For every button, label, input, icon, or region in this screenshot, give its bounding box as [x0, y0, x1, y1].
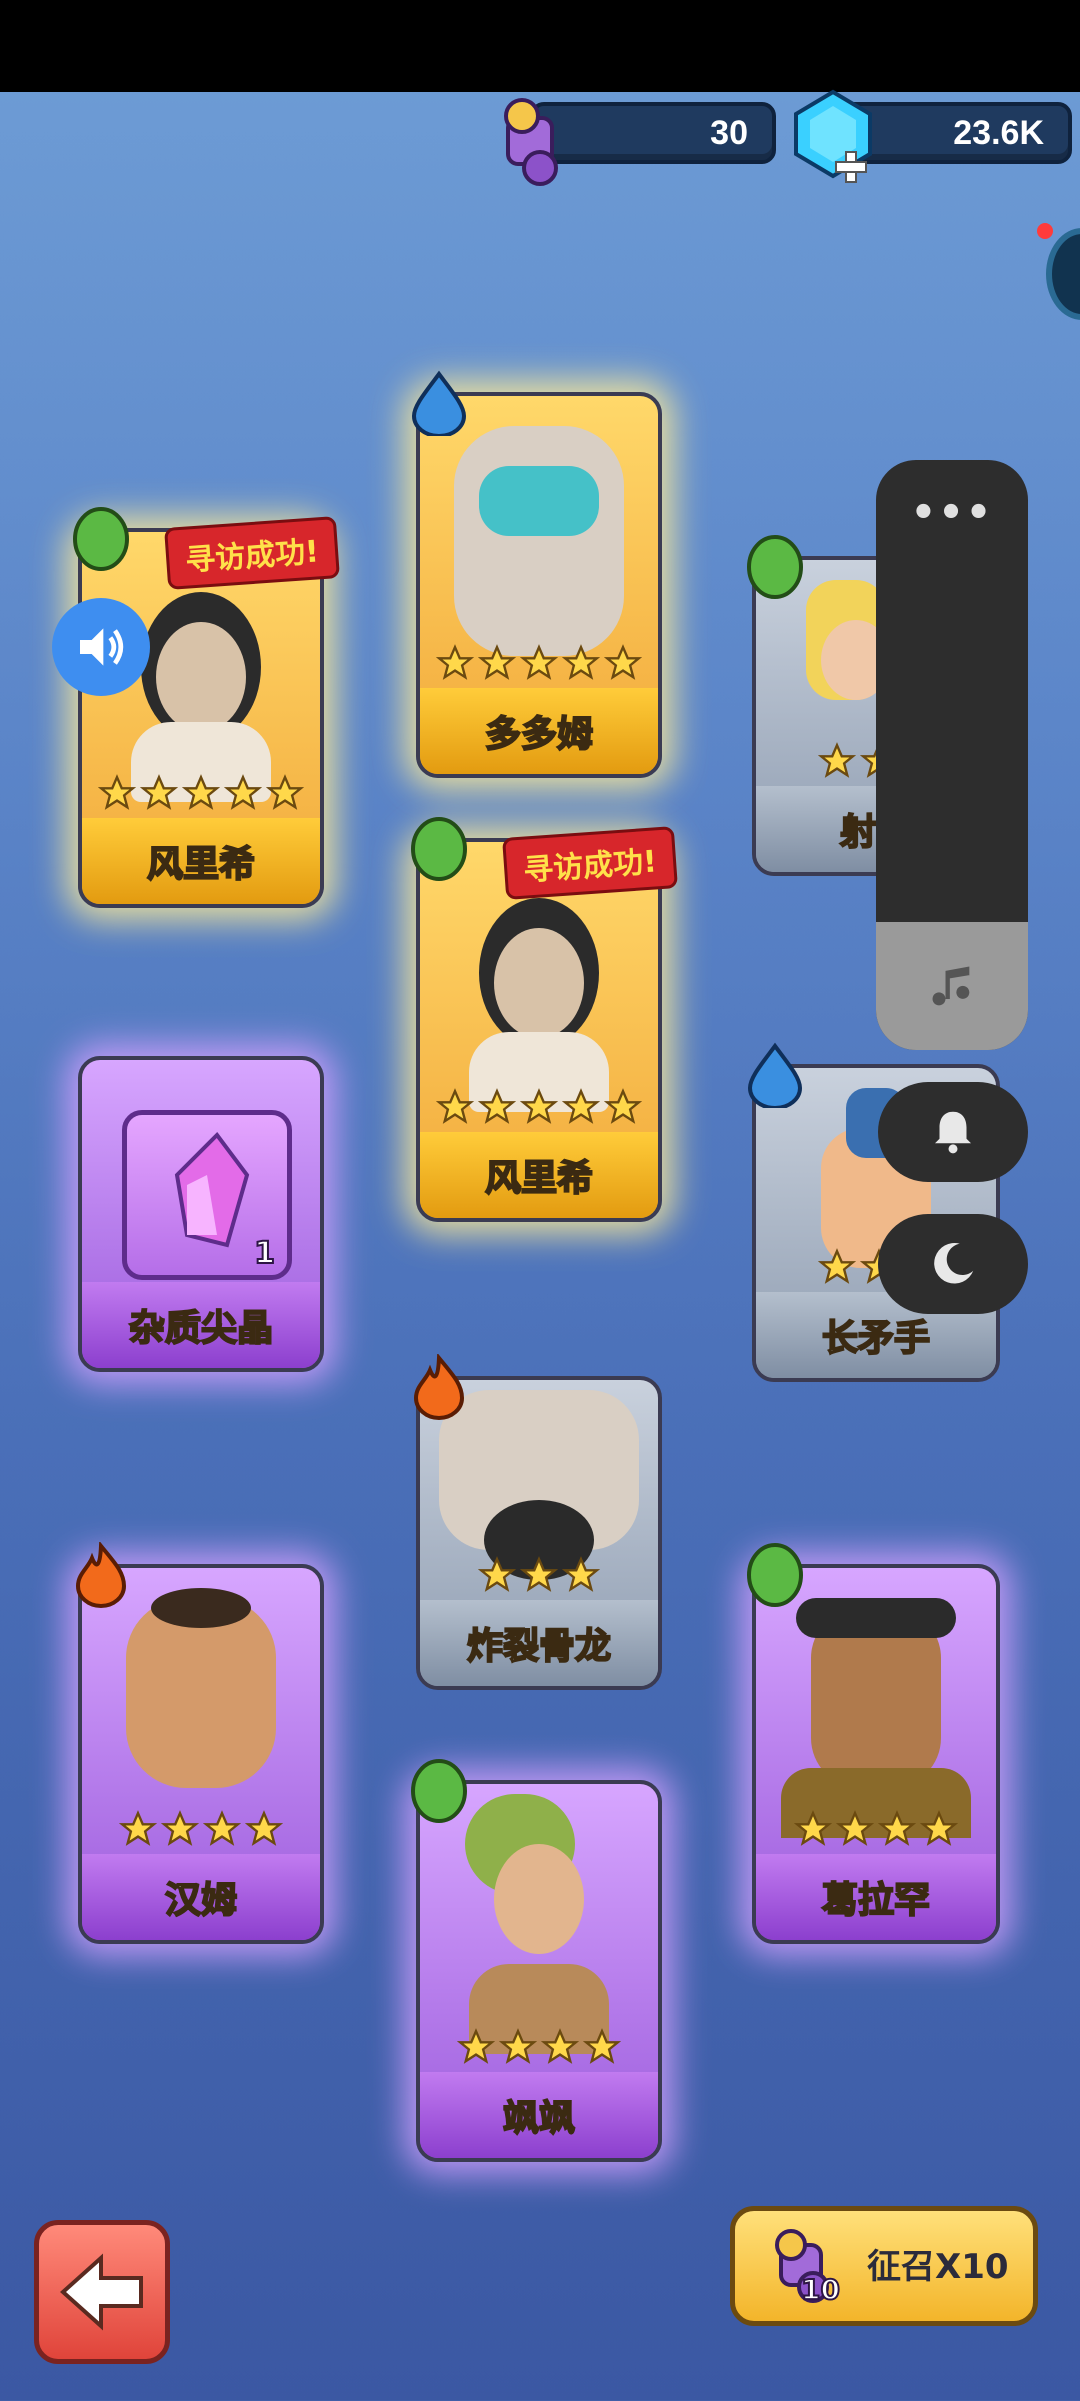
hero-card-gelahan[interactable]: 葛拉罕 — [747, 1543, 1000, 1944]
star-icon — [920, 1810, 958, 1846]
card-frame: 飒飒 — [416, 1780, 662, 2162]
summon-x10-button[interactable]: 10 征召X10 — [730, 2206, 1038, 2326]
summon-label: 征召X10 — [867, 2247, 1009, 2287]
star-rating — [82, 1810, 320, 1848]
leaf-element-icon — [747, 535, 803, 599]
star-icon — [562, 1556, 600, 1592]
star-icon — [182, 774, 220, 810]
side-menu-edge-icon[interactable] — [1046, 228, 1080, 320]
star-icon — [520, 644, 558, 680]
leaf-element-icon — [411, 1759, 467, 1823]
moon-icon — [934, 1243, 974, 1284]
hero-name: 葛拉罕 — [756, 1854, 996, 1940]
card-frame: 葛拉罕 — [752, 1564, 1000, 1944]
fire-element-icon — [413, 1354, 465, 1420]
more-options-button[interactable]: ••• — [876, 490, 1028, 536]
card-frame: 多多姆 — [416, 392, 662, 778]
star-icon — [224, 774, 262, 810]
status-bar — [0, 0, 1080, 92]
floating-menu-panel: ••• — [876, 460, 1028, 1050]
item-count: 1 — [253, 1235, 276, 1272]
star-icon — [562, 1088, 600, 1124]
star-rating — [420, 2028, 658, 2066]
leaf-element-icon — [411, 817, 467, 881]
hero-name: 风里希 — [82, 818, 320, 904]
star-icon — [794, 1810, 832, 1846]
star-rating — [420, 1088, 658, 1126]
star-icon — [499, 2028, 537, 2064]
star-icon — [436, 644, 474, 680]
star-icon — [878, 1810, 916, 1846]
star-icon — [541, 2028, 579, 2064]
speaker-icon[interactable] — [52, 598, 150, 696]
music-button[interactable] — [876, 922, 1028, 1050]
star-icon — [203, 1810, 241, 1846]
star-icon — [520, 1556, 558, 1592]
visit-success-banner: 寻访成功! — [502, 826, 678, 900]
hero-name: 风里希 — [420, 1132, 658, 1218]
night-mode-button[interactable] — [878, 1214, 1028, 1314]
notification-dot — [1037, 223, 1053, 239]
fire-element-icon — [75, 1542, 127, 1608]
hero-card-hamu[interactable]: 汉姆 — [75, 1542, 324, 1944]
hero-card-sasa[interactable]: 飒飒 — [411, 1759, 662, 2162]
star-icon — [140, 774, 178, 810]
item-icon-box: 1 — [122, 1110, 292, 1280]
gem-count: 23.6K — [953, 113, 1044, 152]
card-frame: 炸裂骨龙 — [416, 1376, 662, 1690]
item-card-spinel[interactable]: 1 杂质尖晶 — [78, 1056, 324, 1372]
card-frame: 汉姆 — [78, 1564, 324, 1944]
scroll-count: 30 — [710, 113, 748, 152]
hero-card-duoduomu[interactable]: 多多姆 — [411, 370, 662, 778]
item-name: 杂质尖晶 — [82, 1282, 320, 1368]
star-icon — [266, 774, 304, 810]
summon-scroll-icon — [504, 98, 558, 186]
star-icon — [836, 1810, 874, 1846]
hero-name: 多多姆 — [420, 688, 658, 774]
star-icon — [245, 1810, 283, 1846]
star-icon — [98, 774, 136, 810]
bell-icon — [935, 1111, 971, 1154]
star-icon — [818, 1248, 856, 1284]
star-icon — [818, 742, 856, 778]
star-icon — [562, 644, 600, 680]
star-icon — [457, 2028, 495, 2064]
star-icon — [478, 1556, 516, 1592]
star-icon — [478, 1088, 516, 1124]
star-icon — [520, 1088, 558, 1124]
summon-cost: 10 — [800, 2272, 841, 2307]
star-icon — [604, 1088, 642, 1124]
hero-card-fenglixi-1[interactable]: 风里希 寻访成功! — [73, 507, 340, 908]
gem-icon[interactable] — [788, 88, 878, 184]
arrow-left-icon — [60, 2253, 143, 2331]
music-note-icon — [932, 966, 970, 1006]
card-frame: 1 杂质尖晶 — [78, 1056, 324, 1372]
star-icon — [161, 1810, 199, 1846]
water-element-icon — [747, 1042, 803, 1108]
hero-name: 炸裂骨龙 — [420, 1600, 658, 1686]
water-element-icon — [411, 370, 467, 436]
hero-card-bone-dragon[interactable]: 炸裂骨龙 — [413, 1354, 662, 1690]
leaf-element-icon — [73, 507, 129, 571]
leaf-element-icon — [747, 1543, 803, 1607]
back-button[interactable] — [34, 2220, 170, 2364]
hero-name: 飒飒 — [420, 2072, 658, 2158]
hero-name: 汉姆 — [82, 1854, 320, 1940]
star-icon — [604, 644, 642, 680]
star-rating — [756, 1810, 996, 1848]
star-icon — [478, 644, 516, 680]
star-icon — [436, 1088, 474, 1124]
visit-success-banner: 寻访成功! — [164, 516, 340, 590]
star-icon — [583, 2028, 621, 2064]
star-rating — [82, 774, 320, 812]
notification-button[interactable] — [878, 1082, 1028, 1182]
star-rating — [420, 644, 658, 682]
hero-card-fenglixi-2[interactable]: 风里希 寻访成功! — [411, 817, 678, 1222]
star-icon — [119, 1810, 157, 1846]
star-rating — [420, 1556, 658, 1594]
